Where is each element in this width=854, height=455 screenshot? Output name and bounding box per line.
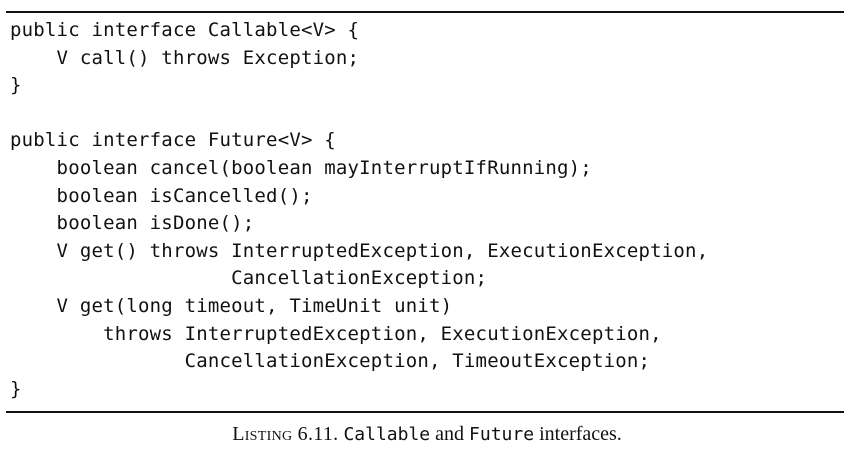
code-line: boolean isCancelled(); (10, 184, 313, 207)
code-line: V get() throws InterruptedException, Exe… (10, 239, 709, 262)
caption-tail: interfaces. (539, 423, 622, 445)
code-line: V call() throws Exception; (10, 46, 360, 69)
caption-conjunction: and (435, 423, 465, 445)
code-line: public interface Callable<V> { (10, 19, 360, 41)
code-line: V get(long timeout, TimeUnit unit) (10, 294, 453, 317)
code-line: CancellationException, TimeoutException; (10, 350, 651, 373)
caption-term-callable: Callable (343, 424, 431, 445)
top-rule (6, 11, 844, 13)
code-line: throws InterruptedException, ExecutionEx… (10, 322, 662, 345)
caption-term-future: Future (469, 424, 535, 445)
listing-caption: Listing 6.11. Callable and Future interf… (0, 420, 854, 449)
bottom-rule (6, 411, 844, 413)
code-line: } (10, 377, 22, 400)
code-listing: public interface Callable<V> { V call() … (10, 17, 708, 403)
caption-label: Listing 6.11. (232, 423, 339, 445)
code-line: CancellationException; (10, 267, 488, 290)
code-line: } (10, 74, 22, 97)
code-line: boolean cancel(boolean mayInterruptIfRun… (10, 156, 592, 179)
code-line: boolean isDone(); (10, 212, 255, 235)
code-line: public interface Future<V> { (10, 129, 336, 152)
